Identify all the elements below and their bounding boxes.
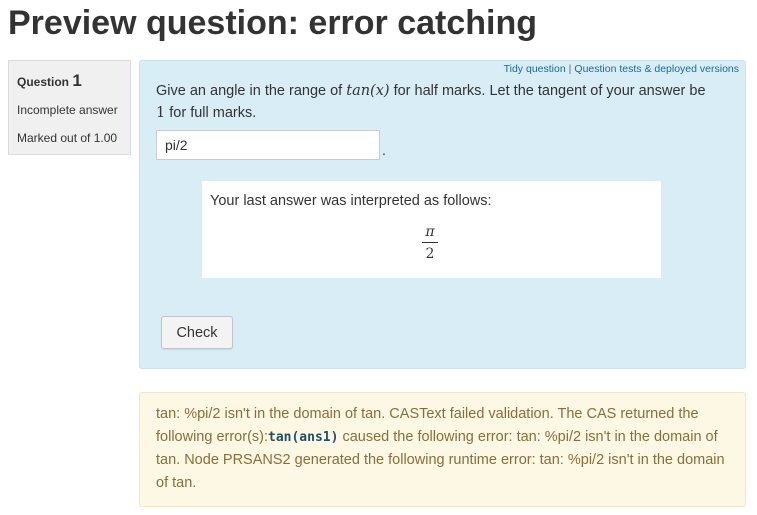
answer-trailing-dot: .: [382, 142, 386, 158]
error-feedback: tan: %pi/2 isn't in the domain of tan. C…: [139, 392, 746, 507]
fraction-numerator: π: [425, 224, 435, 240]
question-state: Incomplete answer: [17, 103, 118, 117]
error-code: tan(ans1): [268, 429, 339, 445]
validation-message: Your last answer was interpreted as foll…: [210, 193, 492, 209]
question-grade: Marked out of 1.00: [17, 131, 118, 145]
question-info: Question 1 Incomplete answer Marked out …: [8, 60, 131, 155]
question-number: Question 1: [17, 71, 122, 91]
question-number-value: 1: [72, 71, 82, 90]
question-links: Tidy question | Question tests & deployed …: [504, 63, 739, 75]
question-text-part3: for full marks.: [165, 105, 257, 121]
check-button[interactable]: Check: [161, 316, 233, 349]
question-text: Give an angle in the range of tan(x) for…: [156, 80, 716, 124]
fraction-denominator: 2: [425, 246, 435, 262]
question-text-part2: for half marks. Let the tangent of your …: [389, 83, 706, 99]
question-text-part1: Give an angle in the range of: [156, 83, 347, 99]
page-title: Preview question: error catching: [8, 4, 538, 42]
interpreted-fraction: π 2: [422, 223, 438, 264]
math-tan-x: tan(x): [346, 83, 390, 99]
fraction-bar: [422, 242, 438, 243]
answer-input[interactable]: [156, 130, 380, 160]
validation-box: Your last answer was interpreted as foll…: [202, 181, 661, 278]
link-separator: |: [568, 63, 572, 75]
question-formulation: Tidy question | Question tests & deployed …: [139, 60, 746, 369]
tidy-question-link[interactable]: Tidy question: [504, 63, 566, 75]
question-label: Question: [17, 75, 70, 89]
math-one: 1: [156, 105, 166, 121]
question-tests-link[interactable]: Question tests & deployed versions: [574, 63, 739, 75]
